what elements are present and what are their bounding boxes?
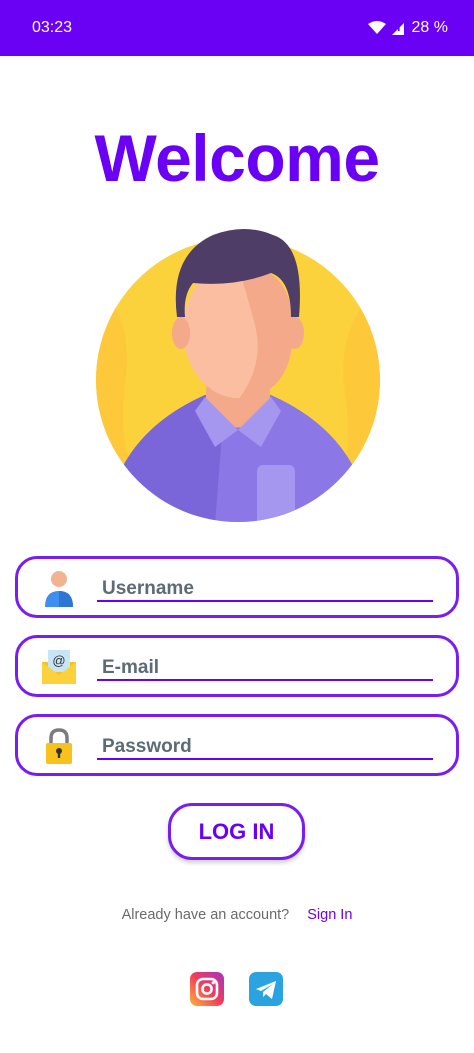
email-field: @ <box>15 635 459 697</box>
svg-text:@: @ <box>52 653 65 668</box>
password-field <box>15 714 459 776</box>
wifi-icon <box>367 21 386 34</box>
signin-link[interactable]: Sign In <box>307 907 352 923</box>
email-icon: @ <box>42 650 76 684</box>
username-field <box>15 556 459 618</box>
avatar <box>96 229 380 522</box>
password-input[interactable] <box>97 726 433 760</box>
page-title: Welcome <box>94 121 380 195</box>
login-button[interactable]: LOG IN <box>168 803 305 860</box>
battery-level: 28 % <box>411 19 448 36</box>
lock-icon <box>46 728 72 764</box>
status-time: 03:23 <box>32 19 73 36</box>
account-prompt: Already have an account? <box>121 907 290 923</box>
username-input[interactable] <box>97 568 433 602</box>
signal-icon <box>391 23 404 35</box>
status-icons: 28 % <box>367 19 448 37</box>
account-row: Already have an account? Sign In <box>0 907 474 923</box>
status-bar: 03:23 28 % <box>0 0 474 56</box>
email-input[interactable] <box>97 647 433 681</box>
instagram-icon[interactable] <box>190 972 224 1006</box>
user-icon <box>45 571 73 607</box>
telegram-icon[interactable] <box>249 972 283 1006</box>
